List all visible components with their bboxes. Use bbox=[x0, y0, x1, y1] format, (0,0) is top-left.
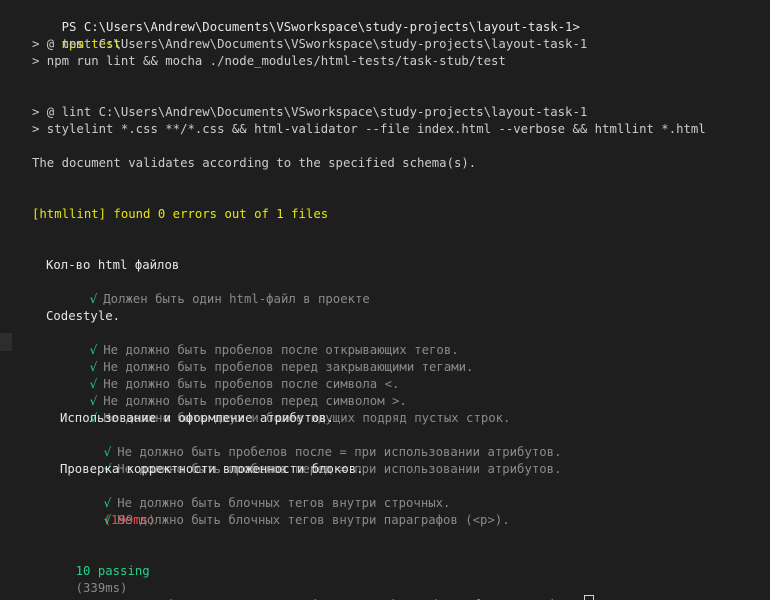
suite-title: Кол-во html файлов bbox=[46, 258, 180, 272]
scrollbar-thumb[interactable] bbox=[0, 333, 12, 351]
suite-title: Codestyle. bbox=[46, 309, 121, 323]
subsuite-title: Использование и оформление атрибутов. bbox=[60, 411, 334, 425]
test-result: √ Не должно быть двух и более идущих подр… bbox=[60, 393, 511, 425]
cursor-icon[interactable] bbox=[583, 595, 594, 600]
prompt-line-last[interactable]: PS C:\Users\Andrew\Documents\VSworkspace… bbox=[32, 578, 594, 600]
terminal-panel[interactable]: PS C:\Users\Andrew\Documents\VSworkspace… bbox=[0, 0, 770, 600]
lint-script: > stylelint *.css **/*.css && html-valid… bbox=[32, 122, 706, 136]
passing-count: 10 passing bbox=[75, 564, 150, 578]
prompt-path: PS C:\Users\Andrew\Documents\VSworkspace… bbox=[61, 20, 580, 34]
test-result: √ Не должно быть блочных тегов внутри пар… bbox=[74, 495, 510, 527]
validation-message: The document validates according to the … bbox=[32, 156, 477, 170]
test-name: Должен быть один html-файл в проекте bbox=[103, 292, 370, 306]
check-icon: √ bbox=[103, 513, 112, 527]
subsuite-title: Проверка корректности вложенности блоков… bbox=[60, 462, 364, 476]
htmllint-message: [htmllint] found 0 errors out of 1 files bbox=[32, 207, 329, 221]
test-result: √ Не должно быть пробелов перед закрывающ… bbox=[60, 342, 474, 374]
prompt-line-first: PS C:\Users\Andrew\Documents\VSworkspace… bbox=[32, 2, 580, 51]
test-result: √ Не должно быть пробелов после символа <… bbox=[60, 359, 400, 391]
check-icon: √ bbox=[89, 292, 98, 306]
test-result: √ Не должно быть пробелов после = при исп… bbox=[74, 427, 562, 459]
test-result: √ Не должно быть блочных тегов внутри стр… bbox=[74, 478, 451, 527]
npm-test-script: > npm run lint && mocha ./node_modules/h… bbox=[32, 54, 506, 68]
test-result: √ Не должно быть пробелов после открывающ… bbox=[60, 325, 459, 357]
test-name: Не должно быть блочных тегов внутри пара… bbox=[117, 513, 510, 527]
npm-test-header: > @ test C:\Users\Andrew\Documents\VSwor… bbox=[32, 37, 588, 51]
test-result: √ Не должно быть пробелов перед символом … bbox=[60, 376, 407, 408]
lint-header: > @ lint C:\Users\Andrew\Documents\VSwor… bbox=[32, 105, 588, 119]
terminal-scrollbar[interactable] bbox=[0, 0, 12, 600]
test-result: √ Не должно быть пробелов перед = при исп… bbox=[74, 444, 562, 476]
passing-summary: 10 passing (339ms) bbox=[46, 546, 150, 595]
test-result: √ Должен быть один html-файл в проекте bbox=[60, 274, 370, 306]
